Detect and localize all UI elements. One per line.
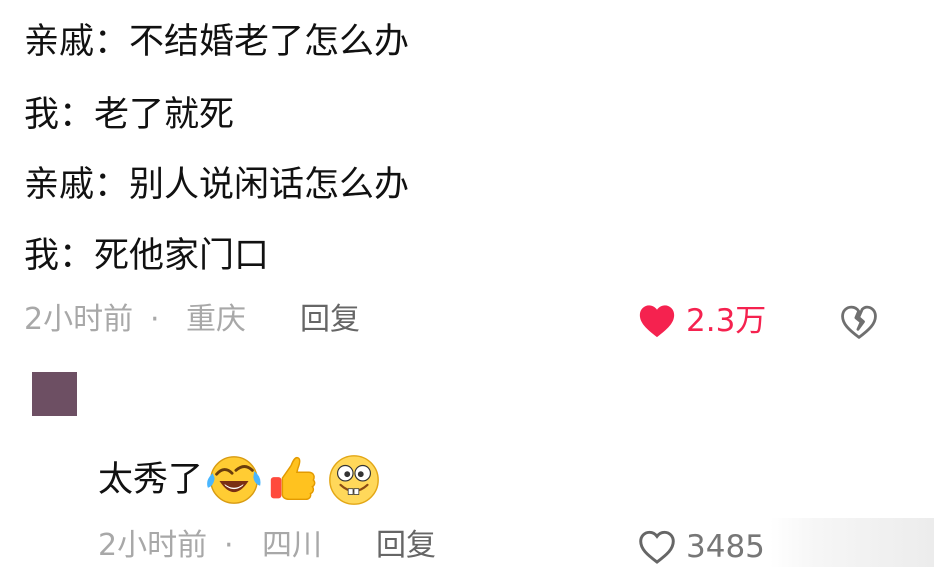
thumbs-up-emoji — [270, 456, 316, 501]
laughing-crying-emoji — [207, 456, 261, 504]
comment-line-4: 我：死他家门口 — [24, 236, 270, 276]
broken-heart-icon[interactable] — [838, 301, 880, 343]
sub-reply-location: 四川 — [262, 528, 322, 563]
watermark-overlay — [770, 518, 934, 567]
comment-line-1: 亲戚：不结婚老了怎么办 — [24, 22, 410, 62]
sub-like-button[interactable]: 3485 — [636, 526, 765, 567]
like-count: 2.3万 — [686, 303, 767, 339]
comment-screen: 亲戚：不结婚老了怎么办 我：老了就死 亲戚：别人说闲话怎么办 我：死他家门口 2… — [0, 0, 934, 567]
sub-reply-time: 2小时前 — [98, 528, 208, 563]
meta-separator-dot: · — [150, 302, 160, 337]
heart-filled-icon — [639, 305, 675, 338]
sub-meta-separator-dot: · — [224, 528, 234, 563]
comment-location: 重庆 — [186, 302, 246, 337]
comment-line-3: 亲戚：别人说闲话怎么办 — [24, 165, 410, 205]
avatar[interactable] — [32, 372, 77, 416]
heart-outline-icon — [639, 530, 675, 564]
grinning-emoji — [329, 455, 379, 505]
comment-time: 2小时前 — [24, 302, 134, 337]
reply-button[interactable]: 回复 — [300, 300, 360, 340]
sub-reply-text: 太秀了 — [98, 460, 204, 500]
sub-reply-content: 太秀了 — [98, 455, 383, 505]
like-button[interactable]: 2.3万 — [636, 300, 766, 342]
comment-line-2: 我：老了就死 — [24, 95, 235, 135]
sub-like-count: 3485 — [686, 529, 765, 565]
sub-reply-button[interactable]: 回复 — [376, 526, 436, 566]
